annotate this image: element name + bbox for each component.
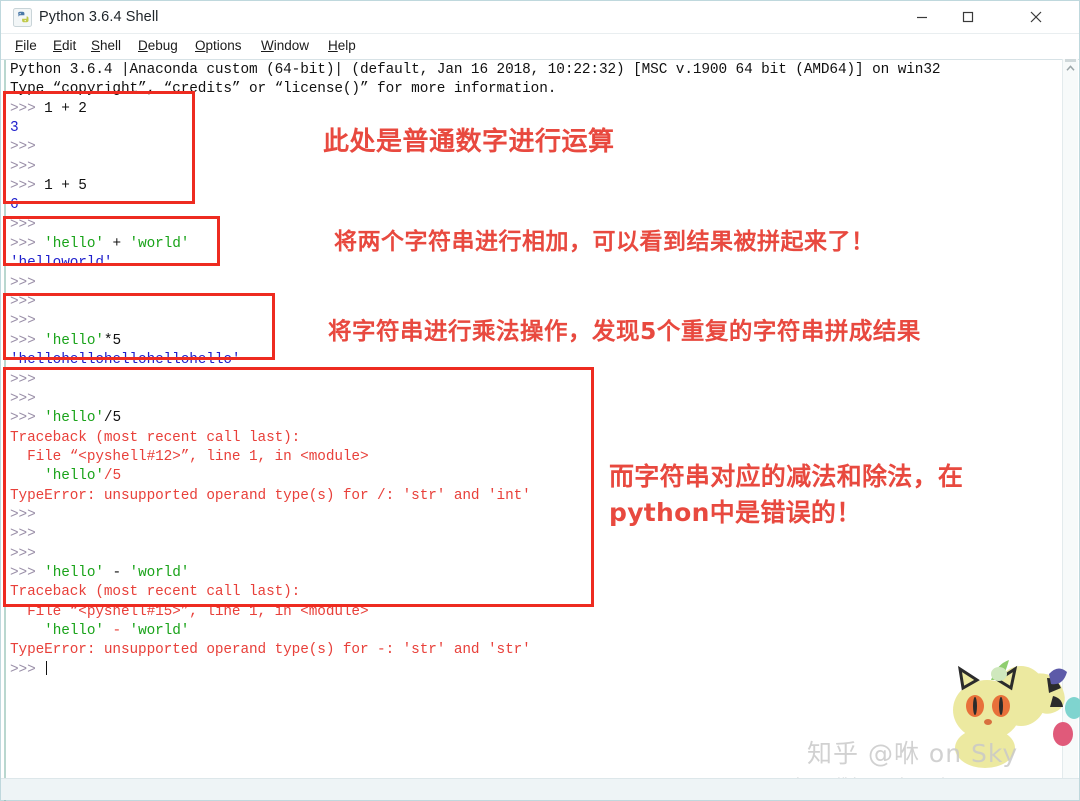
console-text-run: >>>	[10, 158, 36, 175]
console-text-run: -	[103, 564, 130, 581]
console-line: 'hello' - 'world'	[10, 622, 1040, 641]
menu-item-help[interactable]: Help	[328, 38, 356, 53]
console-text-run: >>>	[10, 661, 45, 678]
console-text-run: /5	[103, 410, 121, 427]
note-string-multiply: 将字符串进行乘法操作，发现5个重复的字符串拼成结果	[328, 317, 921, 345]
console-text-run: 'world'	[129, 622, 190, 639]
console-line: Traceback (most recent call last):	[10, 429, 1040, 448]
left-margin-rule	[4, 60, 6, 801]
console-text-run: Type “copyright”, “credits” or “license(…	[10, 81, 557, 98]
console-text-run: 1 + 2	[44, 100, 87, 117]
console-text-run: 1 + 5	[44, 178, 87, 195]
console-text-run: Traceback (most recent call last):	[10, 584, 301, 601]
console-text-run: >>>	[10, 139, 36, 156]
menu-item-debug[interactable]: Debug	[138, 38, 178, 53]
console-text-run: >>>	[10, 545, 36, 562]
note-numeric-arithmetic: 此处是普通数字进行运算	[323, 127, 615, 157]
console-line: >>>	[10, 390, 1040, 409]
console-text-run: TypeError: unsupported operand type(s) f…	[10, 487, 531, 504]
text-caret	[46, 660, 48, 675]
console-line: >>>	[10, 660, 1040, 680]
console-text-run: 3	[10, 120, 19, 137]
chevron-up-icon[interactable]	[1063, 61, 1078, 76]
console-text-run: >>>	[10, 313, 36, 330]
shell-output-area[interactable]: Python 3.6.4 |Anaconda custom (64-bit)| …	[1, 59, 1079, 801]
console-text-run: -	[103, 622, 130, 639]
console-line: >>>	[10, 274, 1040, 293]
menu-item-options[interactable]: Options	[195, 38, 242, 53]
console-line: >>>	[10, 545, 1040, 564]
console-text-run: >>>	[10, 274, 36, 291]
window-title: Python 3.6.4 Shell	[39, 9, 159, 25]
console-text-run: >>>	[10, 332, 45, 349]
console-line: >>> 1 + 2	[10, 100, 1040, 119]
console-text-run: >>>	[10, 526, 36, 543]
console-line: >>> 1 + 5	[10, 177, 1040, 196]
console-line: >>> 'hello' - 'world'	[10, 564, 1040, 583]
console-text-run: 'world'	[129, 236, 190, 253]
menu-bar: File Edit Shell Debug Options Window Help	[1, 34, 1079, 59]
console-line: File “<pyshell#15>”, line 1, in <module>	[10, 603, 1040, 622]
console-line: TypeError: unsupported operand type(s) f…	[10, 641, 1040, 660]
zhihu-watermark: 知乎 @咻 on Sky	[807, 739, 1019, 768]
console-text-run: >>>	[10, 294, 36, 311]
menu-item-file[interactable]: File	[15, 38, 37, 53]
console-text-run: >>>	[10, 216, 36, 233]
console-text-run: +	[103, 236, 130, 253]
console-line: Type “copyright”, “credits” or “license(…	[10, 80, 1040, 99]
console-text-run	[10, 468, 44, 484]
console-text-run: *5	[103, 332, 121, 349]
console-text-run: >>>	[10, 178, 45, 195]
console-text-run: File “<pyshell#15>”, line 1, in <module>	[10, 603, 369, 620]
status-bar	[1, 778, 1079, 800]
console-text-run: Python 3.6.4 |Anaconda custom (64-bit)| …	[10, 62, 941, 78]
maximize-icon[interactable]	[945, 1, 991, 33]
console-line: 'helloworld'	[10, 254, 1040, 273]
console-text-run: 'world'	[129, 564, 190, 581]
menu-item-edit[interactable]: Edit	[53, 38, 76, 53]
console-text-run: >>>	[10, 371, 36, 388]
console-line: >>>	[10, 293, 1040, 312]
console-text-run: File “<pyshell#12>”, line 1, in <module>	[10, 448, 369, 465]
console-text-run: 'hello'	[44, 622, 104, 639]
scrollbar-thumb[interactable]	[1065, 59, 1076, 62]
console-text-run: >>>	[10, 236, 45, 253]
console-text-run: 'hellohellohellohellohello'	[10, 352, 241, 369]
console-text-run: >>>	[10, 564, 45, 581]
console-text-run: >>>	[10, 506, 36, 523]
console-line: >>> 'hello'/5	[10, 409, 1040, 428]
vertical-scrollbar[interactable]	[1062, 59, 1078, 800]
note-string-errors: 而字符串对应的减法和除法，在 python中是错误的！	[609, 462, 964, 527]
console-text-run: >>>	[10, 100, 45, 117]
console-text-run: Traceback (most recent call last):	[10, 429, 301, 446]
console-line: Traceback (most recent call last):	[10, 583, 1040, 602]
title-bar: Python 3.6.4 Shell	[1, 1, 1079, 34]
console-text-run: 'hello'	[44, 564, 104, 581]
console-text-run: 6	[10, 197, 19, 214]
console-line: 6	[10, 196, 1040, 215]
console-line: Python 3.6.4 |Anaconda custom (64-bit)| …	[10, 61, 1040, 80]
minimize-icon[interactable]	[899, 1, 945, 33]
note-string-concat: 将两个字符串进行相加，可以看到结果被拼起来了！	[334, 229, 875, 255]
close-icon[interactable]	[1013, 1, 1059, 33]
console-text-run: 'hello'	[44, 332, 104, 349]
console-text-run: 'hello'	[44, 410, 104, 427]
console-line: 'hellohellohellohellohello'	[10, 351, 1040, 370]
console-text-run	[10, 623, 44, 639]
menu-item-shell[interactable]: Shell	[91, 38, 121, 53]
console-line: >>>	[10, 158, 1040, 177]
menu-item-window[interactable]: Window	[261, 38, 309, 53]
python-shell-icon	[13, 8, 32, 27]
console-text-run: 'hello'	[44, 468, 104, 485]
console-text-run: TypeError: unsupported operand type(s) f…	[10, 642, 531, 659]
console-text-run: >>>	[10, 390, 36, 407]
console-text-run: 'helloworld'	[10, 255, 113, 272]
console-line: >>>	[10, 371, 1040, 390]
console-text-run: /5	[103, 468, 121, 485]
console-text-run: >>>	[10, 410, 45, 427]
console-text-run: 'hello'	[44, 236, 104, 253]
python-shell-window: Python 3.6.4 Shell File Edit Shell Debug Opt…	[0, 0, 1080, 801]
